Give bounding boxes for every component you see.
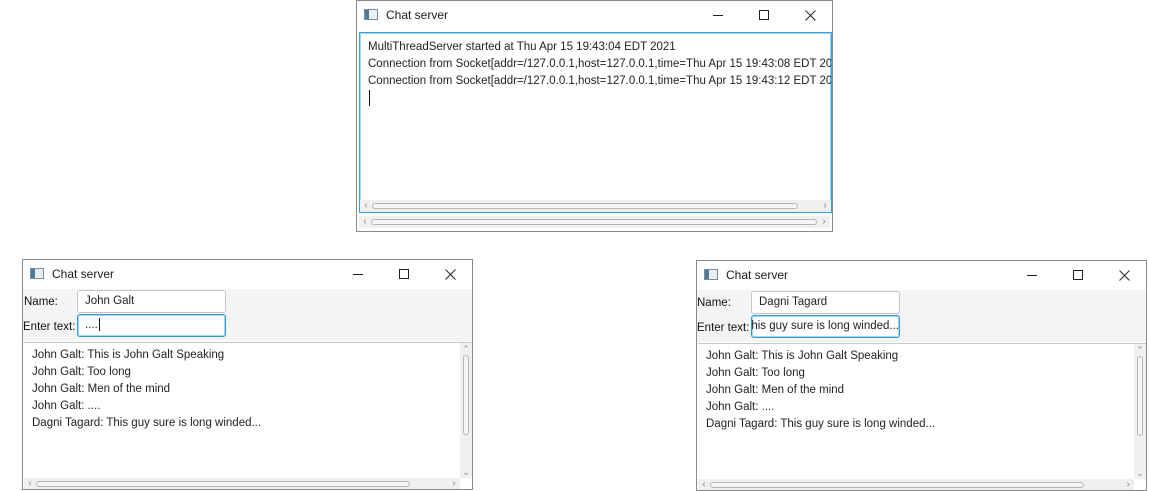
scrollbar-thumb[interactable] [36, 481, 410, 487]
maximize-button[interactable] [381, 260, 427, 289]
message-item: John Galt: This is John Galt Speaking [706, 350, 899, 362]
minimize-icon [1026, 275, 1037, 276]
text-caret [98, 318, 100, 332]
app-icon [30, 268, 44, 279]
scroll-left-icon[interactable]: ‹ [359, 216, 371, 228]
scroll-up-icon[interactable]: ⌃ [460, 343, 472, 355]
message-item: John Galt: .... [32, 400, 101, 412]
outer-horizontal-scrollbar[interactable]: ‹ › [359, 216, 830, 228]
window-title: Chat server [386, 8, 449, 22]
close-icon [804, 10, 816, 21]
server-window: Chat server MultiThreadServer started at… [356, 0, 833, 232]
input-form: Name: Dagni Tagard Enter text: This guy … [697, 290, 1146, 342]
maximize-button[interactable] [741, 1, 787, 30]
chat-messages-textarea[interactable]: John Galt: This is John Galt Speaking Jo… [24, 342, 472, 489]
maximize-button[interactable] [1055, 261, 1101, 290]
scrollbar-thumb[interactable] [371, 219, 817, 225]
message-item: Dagni Tagard: This guy sure is long wind… [32, 417, 262, 429]
enter-text-label: Enter text: [23, 321, 76, 333]
scrollbar-thumb[interactable] [710, 482, 1084, 488]
message-item: Dagni Tagard: This guy sure is long wind… [706, 418, 936, 430]
maximize-icon [1072, 270, 1083, 280]
minimize-icon [712, 15, 723, 16]
log-line: Connection from Socket[addr=/127.0.0.1,h… [368, 58, 832, 70]
scrollbar-thumb[interactable] [463, 355, 469, 435]
close-button[interactable] [1101, 261, 1146, 290]
log-line: Connection from Socket[addr=/127.0.0.1,h… [368, 75, 832, 87]
text-caret [368, 90, 831, 107]
input-form: Name: John Galt Enter text: .... [23, 289, 472, 341]
enter-text-label: Enter text: [697, 322, 750, 334]
client-window-dagni: Chat server Name: Dagni Tagard Enter tex… [696, 260, 1147, 491]
message-item: John Galt: This is John Galt Speaking [32, 349, 225, 361]
app-icon [364, 9, 378, 20]
server-titlebar[interactable]: Chat server [357, 1, 832, 30]
vertical-scrollbar[interactable]: ⌃ ⌄ [1134, 344, 1146, 479]
maximize-icon [398, 269, 409, 279]
client-titlebar[interactable]: Chat server [697, 261, 1146, 290]
close-icon [1118, 270, 1130, 281]
minimize-button[interactable] [335, 260, 381, 289]
message-item: John Galt: Men of the mind [706, 384, 845, 396]
horizontal-scrollbar[interactable]: ‹ › [24, 478, 460, 489]
inner-horizontal-scrollbar[interactable]: ‹ › [360, 200, 831, 212]
messages-list: John Galt: This is John Galt Speaking Jo… [32, 347, 261, 432]
minimize-button[interactable] [1009, 261, 1055, 290]
message-item: John Galt: Men of the mind [32, 383, 171, 395]
scroll-right-icon[interactable]: › [819, 200, 831, 212]
scroll-right-icon[interactable]: › [818, 216, 830, 228]
close-button[interactable] [427, 260, 472, 289]
window-title: Chat server [726, 268, 789, 282]
message-field-value: This guy sure is long winded... [751, 320, 899, 332]
client-window-john: Chat server Name: John Galt Enter text: … [22, 259, 473, 490]
scroll-right-icon[interactable]: › [1122, 479, 1134, 490]
close-button[interactable] [787, 1, 832, 30]
client-titlebar[interactable]: Chat server [23, 260, 472, 289]
name-label: Name: [697, 297, 731, 309]
name-label: Name: [24, 296, 58, 308]
log-line: MultiThreadServer started at Thu Apr 15 … [368, 41, 676, 53]
chat-messages-textarea[interactable]: John Galt: This is John Galt Speaking Jo… [698, 343, 1146, 490]
scroll-left-icon[interactable]: ‹ [24, 478, 36, 489]
message-item: John Galt: .... [706, 401, 775, 413]
message-field[interactable]: This guy sure is long winded... [751, 315, 900, 338]
vertical-scrollbar[interactable]: ⌃ ⌄ [460, 343, 472, 478]
name-field[interactable]: John Galt [77, 290, 226, 313]
horizontal-scrollbar[interactable]: ‹ › [698, 479, 1134, 490]
scroll-down-icon[interactable]: ⌄ [1134, 467, 1146, 479]
close-icon [444, 269, 456, 280]
app-icon [704, 269, 718, 280]
message-item: John Galt: Too long [706, 367, 805, 379]
scroll-down-icon[interactable]: ⌄ [460, 466, 472, 478]
message-field[interactable]: .... [77, 314, 226, 337]
server-log-textarea[interactable]: MultiThreadServer started at Thu Apr 15 … [359, 32, 832, 213]
messages-list: John Galt: This is John Galt Speaking Jo… [706, 348, 935, 433]
scroll-left-icon[interactable]: ‹ [698, 479, 710, 490]
scroll-up-icon[interactable]: ⌃ [1134, 344, 1146, 356]
minimize-icon [352, 274, 363, 275]
scrollbar-thumb[interactable] [372, 203, 798, 209]
name-field[interactable]: Dagni Tagard [751, 291, 900, 314]
maximize-icon [758, 10, 769, 20]
window-title: Chat server [52, 267, 115, 281]
scroll-right-icon[interactable]: › [448, 478, 460, 489]
minimize-button[interactable] [695, 1, 741, 30]
scrollbar-thumb[interactable] [1137, 356, 1143, 436]
message-field-value: .... [85, 319, 98, 331]
scroll-left-icon[interactable]: ‹ [360, 200, 372, 212]
message-item: John Galt: Too long [32, 366, 131, 378]
